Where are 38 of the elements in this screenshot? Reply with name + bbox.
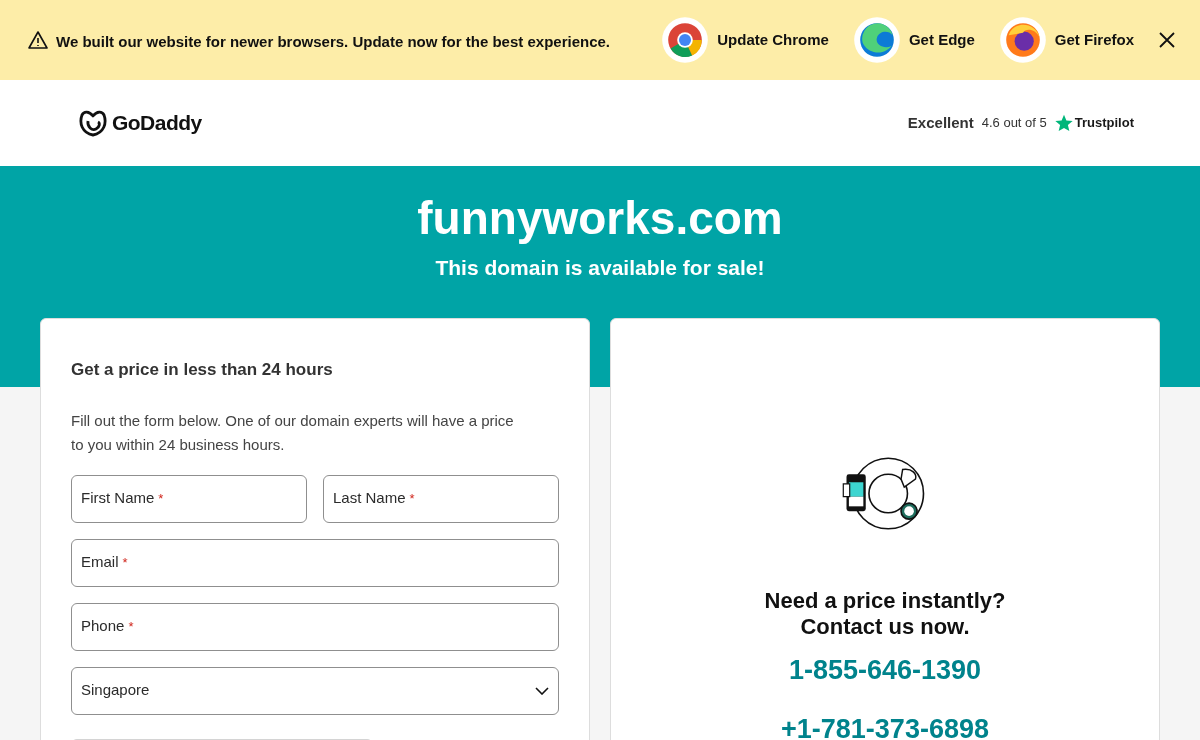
browser-link[interactable]: Get Firefox [998, 16, 1134, 64]
field-label: Last Name [333, 488, 406, 509]
browser-logo-icon [998, 16, 1047, 64]
contact-subheading: Contact us now. [800, 614, 970, 640]
browser-link[interactable]: Get Edge [852, 16, 975, 64]
rating-score: 4.6 out of 5 [981, 114, 1047, 133]
banner-message: We built our website for newer browsers. Update now for the best experience. [56, 31, 610, 52]
logo-icon [78, 109, 108, 137]
phone-link[interactable]: 1-855-646-1390 [788, 650, 982, 691]
close-icon[interactable] [1158, 31, 1176, 49]
required-asterisk: * [122, 553, 128, 572]
contact-heading: Need a price instantly? [764, 588, 1006, 614]
form-description: Fill out the form below. One of our domain experts will have a price to you within 24 business hours. [71, 410, 515, 455]
required-asterisk: * [409, 489, 415, 508]
field-label: Email [81, 552, 119, 573]
hero-subtitle: This domain is available for sale! [435, 254, 765, 281]
chevron-down-icon [535, 686, 549, 695]
input-field[interactable]: Email * [71, 538, 559, 587]
field-label: Phone [81, 616, 125, 637]
phone-link[interactable]: +1-781-373-6898 [781, 708, 989, 740]
trustpilot-text: Trustpilot [1074, 114, 1134, 133]
select-value: Singapore [81, 680, 150, 701]
browser-logo-icon [852, 16, 901, 64]
logo-text[interactable]: GoDaddy [112, 107, 202, 139]
country-select[interactable]: Singapore [71, 666, 559, 715]
rating-word: Excellent [907, 112, 974, 133]
input-field[interactable]: Last Name * [323, 474, 559, 523]
required-asterisk: * [128, 617, 134, 636]
browser-link[interactable]: Update Chrome [661, 16, 829, 64]
required-asterisk: * [158, 489, 164, 508]
domain-title: funnyworks.com [417, 191, 783, 246]
browser-logo-icon [661, 16, 710, 64]
input-field[interactable]: Phone * [71, 602, 559, 651]
warning-icon [28, 31, 48, 49]
star-icon [1054, 114, 1073, 132]
input-field[interactable]: First Name * [71, 474, 307, 523]
field-label: First Name [81, 488, 155, 509]
form-title: Get a price in less than 24 hours [71, 359, 334, 381]
